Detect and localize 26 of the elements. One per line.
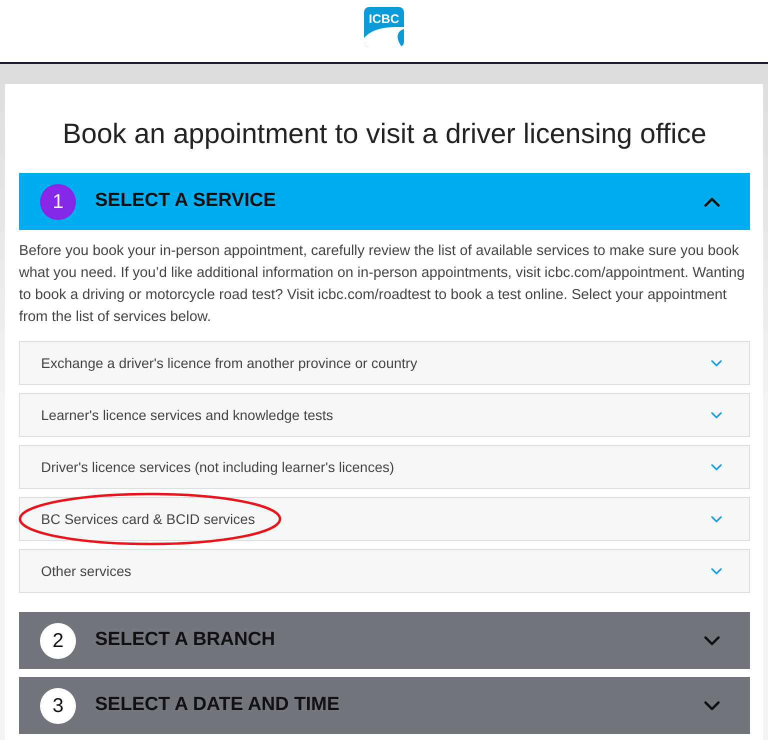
service-item[interactable]: Driver's licence services (not including learner's licences)	[19, 445, 750, 489]
chevron-down-icon	[711, 516, 722, 522]
step-header[interactable]: 2 SELECT A BRANCH	[19, 612, 750, 669]
service-item[interactable]: Other services	[19, 549, 750, 593]
step-number: 3	[40, 688, 76, 724]
step-title: SELECT A DATE AND TIME	[95, 693, 341, 718]
step-title: SELECT A SERVICE	[95, 189, 277, 214]
chevron-down-icon	[711, 360, 722, 366]
chevron-down-icon	[711, 464, 722, 470]
step-title: SELECT A BRANCH	[95, 628, 276, 652]
service-item[interactable]: Exchange a driver's licence from another province or country	[19, 341, 750, 385]
chevron-down-icon	[704, 636, 720, 646]
curve-drawing	[364, 26, 404, 47]
step-header[interactable]: 3 SELECT A DATE AND TIME	[19, 677, 750, 734]
step-number: 2	[40, 622, 76, 658]
chevron-down-icon	[711, 568, 722, 574]
logo-text: ICBC	[368, 12, 400, 26]
page-title: Book an appointment to visit a driver licensing office	[62, 117, 708, 151]
chevron-up-icon	[704, 196, 720, 206]
service-item[interactable]: Learner's licence services and knowledge tests	[19, 393, 750, 437]
service-item[interactable]: BC Services card & BCID services	[19, 497, 750, 541]
step-header[interactable]: 1 SELECT A SERVICE	[19, 173, 750, 230]
step-number: 1	[40, 184, 76, 220]
chevron-down-icon	[711, 412, 722, 418]
intro-paragraph: Before you book your in-person appointment, carefully review the list of available services to make sure you book what you need. If you’d like additional information on in-person appointments, visit icbc.com/appointment. Wanting to book a driving or motorcycle road test? Visit icbc.com/roadtest to book a test online. Select your appointment from the list of services below.	[19, 242, 746, 327]
chevron-down-icon	[704, 700, 720, 710]
